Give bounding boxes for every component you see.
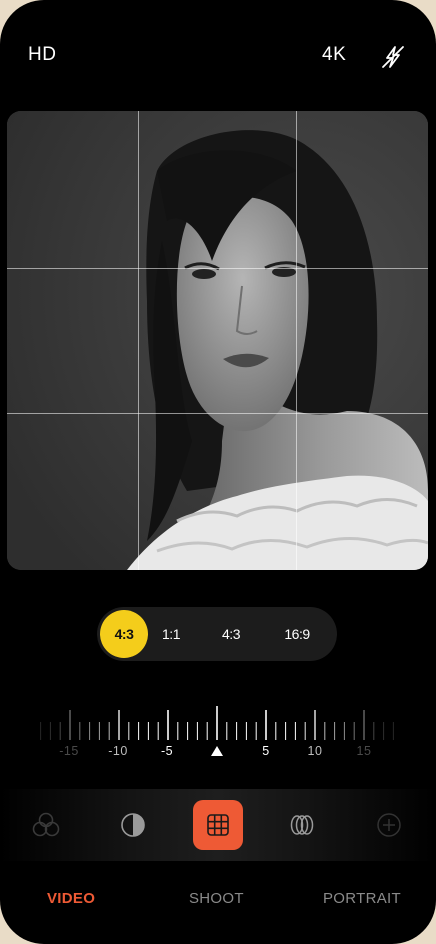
contrast-icon bbox=[121, 813, 145, 837]
aspect-ratio-selector: 4:3 1:1 4:3 16:9 bbox=[97, 607, 337, 661]
grid-line-horizontal-1 bbox=[7, 268, 428, 269]
portrait-photo bbox=[7, 111, 428, 570]
grid-button[interactable] bbox=[193, 800, 243, 850]
exposure-ticks bbox=[40, 706, 394, 740]
exposure-ruler[interactable]: -15 -10 -5 5 10 15 bbox=[0, 700, 436, 770]
add-icon bbox=[377, 813, 401, 837]
filters-icon bbox=[32, 812, 60, 837]
flash-off-icon[interactable] bbox=[380, 44, 406, 70]
tool-bar bbox=[0, 789, 436, 861]
camera-screen: HD 4K 4:3 1:1 4:3 16:9 -15 -10 -5 5 10 1… bbox=[0, 0, 436, 944]
camera-viewfinder[interactable] bbox=[7, 111, 428, 570]
mode-video[interactable]: VIDEO bbox=[47, 890, 95, 907]
hd-quality-button[interactable]: HD bbox=[28, 44, 56, 66]
grid-icon bbox=[207, 814, 229, 836]
exposure-label: 5 bbox=[262, 744, 270, 758]
mode-portrait[interactable]: PORTRAIT bbox=[323, 890, 401, 907]
contrast-button[interactable] bbox=[108, 800, 158, 850]
add-button[interactable] bbox=[364, 800, 414, 850]
4k-quality-button[interactable]: 4K bbox=[322, 44, 346, 66]
mode-shoot[interactable]: SHOOT bbox=[189, 890, 244, 907]
aspect-ratio-selected[interactable]: 4:3 bbox=[100, 610, 148, 658]
exposure-label: 15 bbox=[356, 744, 372, 758]
triangle-up-icon bbox=[211, 746, 223, 756]
exposure-label: -15 bbox=[59, 744, 79, 758]
grid-line-vertical-1 bbox=[138, 111, 139, 570]
aspect-ratio-option[interactable]: 1:1 bbox=[155, 607, 187, 661]
grid-line-vertical-2 bbox=[296, 111, 297, 570]
aspect-ratio-option[interactable]: 4:3 bbox=[213, 607, 249, 661]
filters-button[interactable] bbox=[21, 800, 71, 850]
exposure-label: 10 bbox=[307, 744, 323, 758]
camera-mode-bar: VIDEO SHOOT PORTRAIT bbox=[0, 890, 436, 914]
rings-icon bbox=[290, 815, 314, 835]
rings-button[interactable] bbox=[277, 800, 327, 850]
aspect-ratio-option[interactable]: 16:9 bbox=[275, 607, 319, 661]
top-bar: HD 4K bbox=[0, 0, 436, 110]
grid-line-horizontal-2 bbox=[7, 413, 428, 414]
exposure-label: -10 bbox=[108, 744, 128, 758]
exposure-label: -5 bbox=[160, 744, 174, 758]
